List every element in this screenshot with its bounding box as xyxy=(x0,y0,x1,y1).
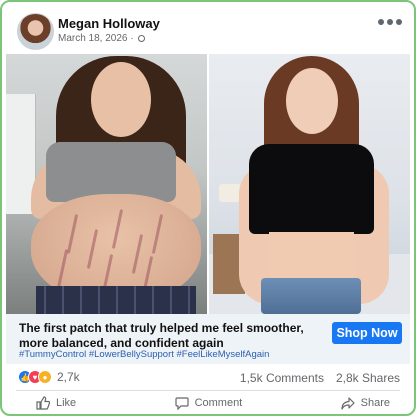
comment-icon xyxy=(174,397,189,410)
thumbs-up-icon xyxy=(36,396,50,410)
avatar[interactable] xyxy=(17,13,54,50)
post-meta: March 18, 2026 · xyxy=(58,33,146,44)
post-photos[interactable] xyxy=(6,54,410,314)
comment-label: Comment xyxy=(194,397,243,409)
lamp xyxy=(219,184,241,202)
like-label: Like xyxy=(56,397,77,409)
caption-title: The first patch that truly helped me fee… xyxy=(19,321,304,350)
engagement-stats: 👍 ♥ ● 2,7k 1,5k Comments 2,8k Shares xyxy=(6,366,410,388)
share-label: Share xyxy=(360,397,390,409)
post-card: Megan Holloway March 18, 2026 · The firs… xyxy=(0,0,416,416)
more-options-icon[interactable] xyxy=(378,19,402,25)
share-button[interactable]: Share xyxy=(341,396,390,410)
shop-now-button[interactable]: Shop Now xyxy=(332,322,402,344)
hashtags[interactable]: #TummyControl #LowerBellySupport #FeelLi… xyxy=(19,349,269,360)
grey-crop-top xyxy=(46,142,176,202)
reaction-count: 2,7k xyxy=(57,370,80,384)
plaid-pants xyxy=(36,286,196,314)
before-photo[interactable] xyxy=(6,54,207,314)
action-bar: Like Comment Share xyxy=(6,392,410,414)
share-count[interactable]: 2,8k Shares xyxy=(336,371,400,385)
divider xyxy=(16,390,400,391)
like-button[interactable]: Like xyxy=(36,396,76,410)
globe-icon xyxy=(138,35,146,42)
counts: 1,5k Comments 2,8k Shares xyxy=(240,371,400,385)
black-crop-top xyxy=(249,144,374,234)
author-name[interactable]: Megan Holloway xyxy=(58,16,160,31)
wow-icon: ● xyxy=(38,370,52,384)
comment-count[interactable]: 1,5k Comments xyxy=(240,371,324,385)
waist xyxy=(269,232,354,282)
comment-button[interactable]: Comment xyxy=(174,396,243,410)
ad-caption: The first patch that truly helped me fee… xyxy=(6,314,410,364)
face xyxy=(286,68,338,134)
separator: · xyxy=(127,33,137,44)
reactions-summary[interactable]: 👍 ♥ ● 2,7k xyxy=(18,370,80,384)
post-header: Megan Holloway March 18, 2026 · xyxy=(2,2,414,54)
after-photo[interactable] xyxy=(209,54,410,314)
face xyxy=(91,62,151,137)
post-date[interactable]: March 18, 2026 xyxy=(58,33,128,44)
jeans xyxy=(261,278,361,314)
share-icon xyxy=(341,397,355,410)
